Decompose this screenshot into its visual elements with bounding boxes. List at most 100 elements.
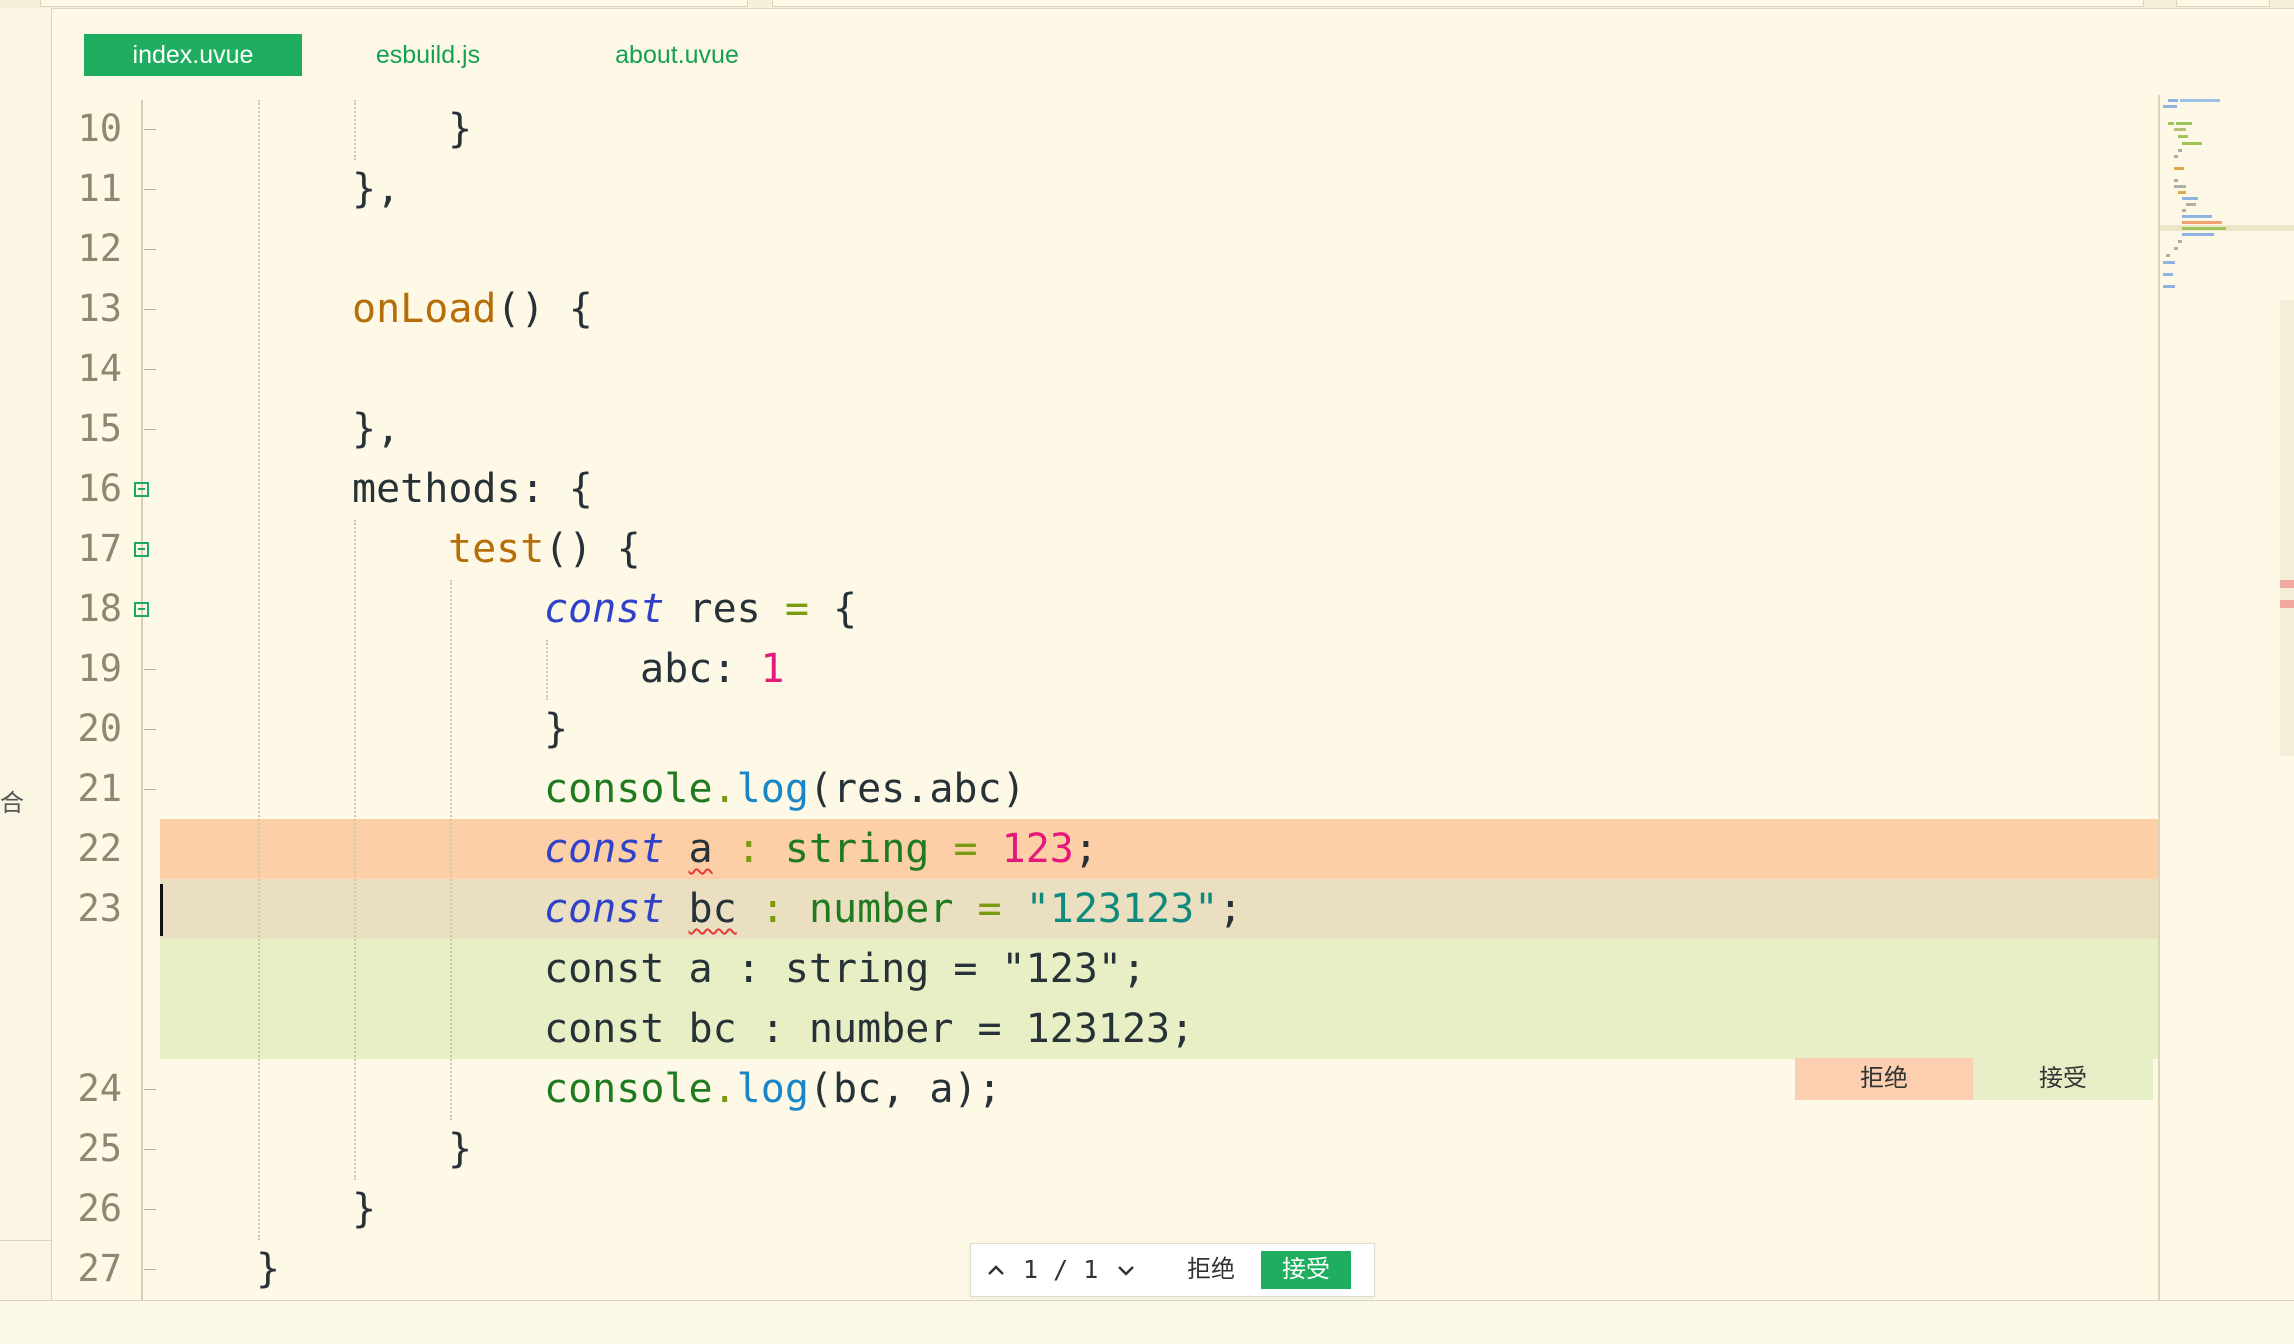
minimap-line: [2178, 135, 2188, 138]
minimap-line: [2180, 99, 2220, 102]
code-line-24[interactable]: console.log(bc, a);: [544, 1059, 1002, 1119]
code-line-23-removed[interactable]: const bc : number = "123123";: [544, 879, 1242, 939]
minimap-line: [2182, 209, 2186, 212]
line-number: 12: [77, 227, 122, 270]
token: },: [352, 166, 401, 212]
operator: .: [712, 766, 737, 812]
minimap-line: [2186, 203, 2196, 206]
code-line-15[interactable]: },: [352, 399, 400, 459]
sidebar-text-fragment: 合: [0, 790, 24, 817]
line-number: 14: [77, 347, 122, 390]
top-panel-left: [40, 0, 748, 7]
top-panel-right: [2176, 0, 2270, 7]
error-variable: a: [688, 826, 713, 872]
fold-collapse-icon[interactable]: [134, 602, 149, 617]
accept-all-button[interactable]: 接受: [1261, 1251, 1351, 1289]
code-line-20[interactable]: }: [544, 699, 568, 759]
line-number: 23: [77, 887, 122, 930]
gutter-tick: [144, 1269, 156, 1270]
reject-all-button[interactable]: 拒绝: [1187, 1244, 1235, 1296]
token: (res.abc): [808, 766, 1026, 812]
code-line-26[interactable]: }: [352, 1179, 376, 1239]
code-line-27[interactable]: }: [256, 1239, 280, 1299]
chevron-down-icon[interactable]: [1115, 1244, 1137, 1296]
code-line-25[interactable]: }: [448, 1119, 472, 1179]
type-name: string: [784, 826, 930, 872]
operator: =: [953, 886, 1026, 932]
vertical-scrollbar[interactable]: [2280, 300, 2294, 756]
gutter-tick: [144, 309, 156, 310]
gutter-border: [141, 100, 143, 1300]
code-line-10[interactable]: }: [448, 99, 472, 159]
minimap-line: [2168, 99, 2178, 102]
minimap-line: [2163, 285, 2175, 288]
minimap-line: [2178, 149, 2182, 152]
inline-accept-button[interactable]: 接受: [1973, 1058, 2153, 1100]
minimap[interactable]: [2158, 95, 2294, 1300]
line-number: 16: [77, 467, 122, 510]
minimap-line: [2174, 167, 2184, 170]
status-bar: [0, 1301, 2294, 1344]
tab-about-uvue[interactable]: about.uvue: [597, 34, 757, 76]
token: ;: [1218, 886, 1243, 932]
token: },: [352, 406, 401, 452]
code-line-16[interactable]: methods: {: [352, 459, 593, 519]
token: res: [664, 586, 785, 632]
minimap-viewport[interactable]: [2160, 225, 2294, 231]
code-line-21[interactable]: console.log(res.abc): [544, 759, 1026, 819]
minimap-line: [2163, 261, 2175, 264]
line-number: 22: [77, 827, 122, 870]
code-line-17[interactable]: test() {: [448, 519, 641, 579]
fold-collapse-icon[interactable]: [134, 542, 149, 557]
text-cursor: [160, 884, 163, 936]
gutter-tick: [144, 249, 156, 250]
token: (bc, a);: [808, 1066, 1002, 1112]
diff-navigator: 1 / 1 拒绝 接受: [970, 1243, 1375, 1297]
token: () {: [544, 526, 641, 572]
type-name: number: [808, 886, 954, 932]
code-line-19[interactable]: abc: 1: [640, 639, 785, 699]
code-line-13[interactable]: onLoad() {: [352, 279, 593, 339]
code-line-18[interactable]: const res = {: [544, 579, 857, 639]
gutter-tick: [144, 129, 156, 130]
operator: .: [712, 1066, 737, 1112]
sidebar-divider: [0, 1240, 51, 1241]
code-line-22-removed[interactable]: const a : string = 123;: [544, 819, 1098, 879]
diff-counter: 1 / 1: [1023, 1255, 1099, 1284]
token: ;: [1073, 826, 1098, 872]
object-name: console: [544, 1066, 713, 1112]
inline-reject-button[interactable]: 拒绝: [1795, 1058, 1973, 1100]
indent-guide: [354, 520, 356, 1180]
tab-index-uvue[interactable]: index.uvue: [84, 34, 302, 76]
line-number: 25: [77, 1127, 122, 1170]
minimap-line: [2174, 128, 2186, 131]
suggested-line-1[interactable]: const a : string = "123";: [544, 939, 1146, 999]
line-number: 13: [77, 287, 122, 330]
line-number: 17: [77, 527, 122, 570]
fold-collapse-icon[interactable]: [134, 482, 149, 497]
top-panel-center: [772, 0, 2144, 7]
gutter-tick: [144, 1209, 156, 1210]
tab-esbuild-js[interactable]: esbuild.js: [355, 34, 501, 76]
gutter-tick: [144, 1089, 156, 1090]
token: }: [352, 1186, 377, 1232]
indent-guide: [354, 100, 356, 160]
minimap-line: [2182, 197, 2198, 200]
scrollbar-change-marker: [2280, 600, 2294, 608]
gutter-tick: [144, 789, 156, 790]
minimap-line: [2163, 105, 2177, 108]
keyword: const: [544, 886, 665, 932]
minimap-line: [2178, 191, 2186, 194]
chevron-up-icon[interactable]: [985, 1244, 1007, 1296]
indent-guide: [450, 580, 452, 1120]
suggested-line-2[interactable]: const bc : number = 123123;: [544, 999, 1194, 1059]
minimap-line: [2182, 215, 2212, 218]
minimap-line: [2174, 179, 2178, 182]
line-number: 10: [77, 107, 122, 150]
token: methods: {: [352, 466, 593, 512]
line-number: 21: [77, 767, 122, 810]
code-line-11[interactable]: },: [352, 159, 400, 219]
line-number: 26: [77, 1187, 122, 1230]
